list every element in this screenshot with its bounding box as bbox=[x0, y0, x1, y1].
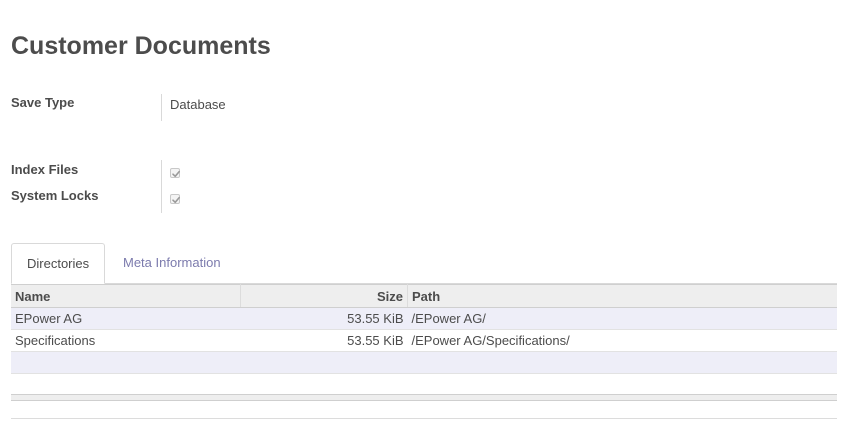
cell-name: Specifications bbox=[11, 329, 241, 352]
table-row[interactable]: EPower AG 53.55 KiB /EPower AG/ bbox=[11, 307, 837, 330]
cell-path: /EPower AG/Specifications/ bbox=[407, 329, 837, 352]
cell-name: EPower AG bbox=[11, 307, 241, 330]
tab-meta-information[interactable]: Meta Information bbox=[108, 243, 236, 283]
column-header-path[interactable]: Path bbox=[407, 284, 837, 308]
table-row[interactable]: Specifications 53.55 KiB /EPower AG/Spec… bbox=[11, 329, 837, 352]
cell-size: 53.55 KiB bbox=[240, 307, 408, 330]
system-locks-checkbox[interactable] bbox=[170, 194, 180, 204]
directories-table: Name Size Path EPower AG 53.55 KiB /EPow… bbox=[11, 284, 837, 374]
divider bbox=[11, 418, 837, 419]
cell-size: 53.55 KiB bbox=[240, 329, 408, 352]
column-header-name[interactable]: Name bbox=[11, 284, 241, 308]
cell-path: /EPower AG/ bbox=[407, 307, 837, 330]
table-header-row: Name Size Path bbox=[11, 284, 837, 308]
field-separator bbox=[161, 94, 162, 121]
save-type-label: Save Type bbox=[11, 95, 75, 110]
index-files-checkbox[interactable] bbox=[170, 168, 180, 178]
table-footer bbox=[11, 394, 837, 401]
check-icon bbox=[172, 170, 180, 178]
index-files-label: Index Files bbox=[11, 162, 79, 177]
page-title: Customer Documents bbox=[11, 32, 271, 60]
column-header-size[interactable]: Size bbox=[240, 284, 408, 308]
table-row-empty bbox=[11, 351, 837, 374]
tab-directories[interactable]: Directories bbox=[11, 243, 105, 284]
notebook-tabs: Directories Meta Information bbox=[11, 243, 837, 284]
save-type-value: Database bbox=[170, 97, 226, 112]
system-locks-label: System Locks bbox=[11, 188, 99, 203]
field-separator bbox=[161, 160, 162, 213]
check-icon bbox=[172, 196, 180, 204]
